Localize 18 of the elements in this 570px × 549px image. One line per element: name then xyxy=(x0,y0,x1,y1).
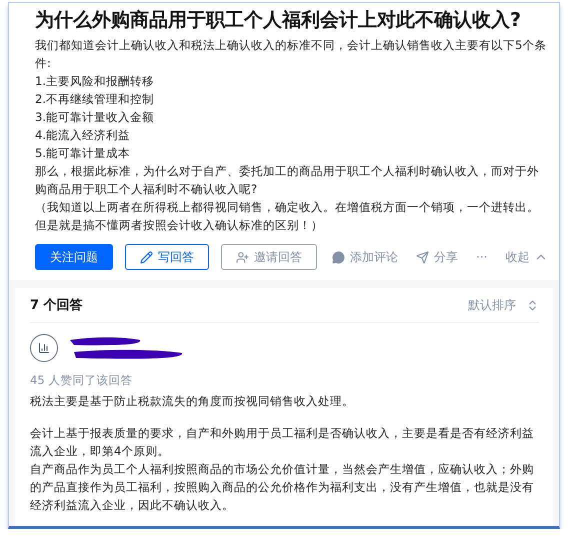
question-text: 3.能可靠计量收入金额 xyxy=(35,109,156,126)
answer-text: 税法主要是基于防止税款流失的角度而按视同销售收入处理。 xyxy=(30,393,355,410)
question-text: 我们都知道会计上确认收入和税法上确认收入的标准不同，会计上确认销售收入主要有以下5个条件: xyxy=(35,37,547,72)
question-text: 那么，根据此标准，为什么对于自产、委托加工的商品用于职工个人福利时确认收入，而对于外购商品用于职工个人福利时不确认收入呢? xyxy=(35,163,540,198)
question-text: 5.能可靠计量成本 xyxy=(35,145,132,162)
answer-count: 7 个回答 xyxy=(30,297,83,314)
question-text: （我知道以上两者在所得税上都得视同销售，确定收入。在增值税方面一个销项，一个进转出。但是就是搞不懂两者按照会计收入确认标准的区别！） xyxy=(35,199,540,234)
action-button[interactable]: 邀请回答 xyxy=(221,244,317,270)
question-text: 2.不再继续管理和控制 xyxy=(35,91,156,108)
action-button[interactable]: 关注问题 xyxy=(35,244,113,270)
action-button[interactable]: 写回答 xyxy=(125,244,209,270)
sort-button[interactable]: 默认排序 xyxy=(468,296,539,314)
question-text: 1.主要风险和报酬转移 xyxy=(35,73,156,90)
answer-text: 会计上基于报表质量的要求，自产和外购用于员工福利是否确认收入，主要是看是否有经济利益流入企业，即第4个原则。 xyxy=(30,425,535,460)
question-text: 4.能流入经济利益 xyxy=(35,127,132,144)
vote-count: 45 人赞同了该回答 xyxy=(30,373,134,388)
answer-text: 自产商品作为员工个人福利按照商品的市场公允价值计量，当然会产生增值，应确认收入；外购的产品直接作为员工福利，按照购入商品的公允价格作为福利支出，没有产生增值，也就是没有经济利益流入企业，因此不确认收入。 xyxy=(30,461,535,514)
question-title: 为什么外购商品用于职工个人福利会计上对此不确认收入? xyxy=(35,8,522,33)
